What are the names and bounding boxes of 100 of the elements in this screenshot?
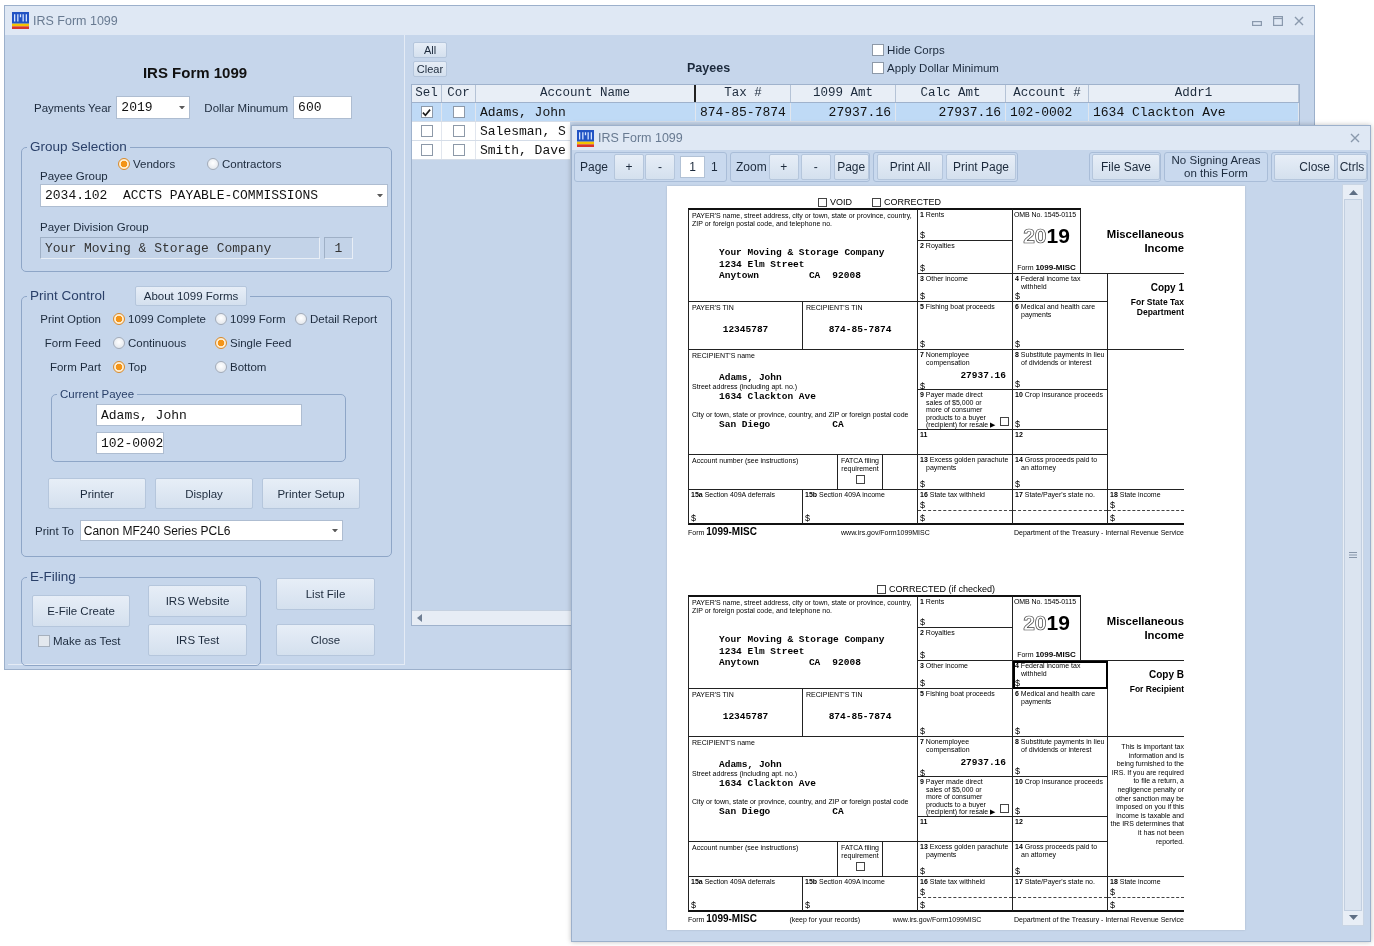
display-button[interactable]: Display <box>155 478 253 509</box>
toolbar-label: Zoom <box>736 160 767 174</box>
table-cell: 27937.16 <box>828 104 891 120</box>
payee-group-dropdown[interactable]: 2034.102 ACCTS PAYABLE-COMMISSIONS <box>40 184 388 207</box>
scroll-down-icon[interactable] <box>1348 915 1358 920</box>
payer-street: 1234 Elm Street <box>718 258 806 271</box>
scrollbar-thumb[interactable] <box>1344 199 1362 911</box>
payee-name-field[interactable]: Adams, John <box>96 404 302 426</box>
checkbox[interactable] <box>872 62 885 74</box>
print-all-button[interactable]: Print All <box>877 154 943 180</box>
column-header[interactable]: Account # <box>1006 85 1089 102</box>
checkbox[interactable] <box>872 44 885 56</box>
table-row[interactable]: Adams, John 874-85-7874 27937.16 27937.16 102-0002 1634 Clackton Ave <box>412 103 1299 122</box>
recipient-city: San Diego <box>719 418 771 431</box>
file-save-button[interactable]: File Save <box>1092 154 1160 180</box>
dollar-sign: $ <box>1110 500 1115 511</box>
radio-label[interactable]: 1099 Complete <box>128 313 206 325</box>
checkbox[interactable] <box>452 144 465 156</box>
scroll-up-icon[interactable] <box>1348 190 1358 195</box>
checkbox[interactable] <box>452 106 465 118</box>
dollar-sign: $ <box>1015 866 1020 876</box>
checkbox[interactable] <box>38 635 50 647</box>
radio-button[interactable] <box>118 158 130 170</box>
radio-label[interactable]: Bottom <box>230 361 267 373</box>
radio-button[interactable] <box>207 158 219 170</box>
clear-button[interactable]: Clear <box>413 61 447 77</box>
irs-test-button[interactable]: IRS Test <box>148 624 247 656</box>
about-button[interactable]: About 1099 Forms <box>135 286 248 306</box>
radio-button[interactable] <box>215 361 227 373</box>
payer-city: Anytown <box>719 270 759 282</box>
checkbox-caption: VOID <box>830 197 852 208</box>
printer-button[interactable]: Printer <box>48 478 146 509</box>
maximize-icon[interactable] <box>1273 15 1283 26</box>
printer-dropdown[interactable]: Canon MF240 Series PCL6 <box>79 520 343 541</box>
radio-label[interactable]: Detail Report <box>310 313 378 325</box>
zoom-out-button[interactable]: - <box>800 154 831 180</box>
checkbox[interactable] <box>420 106 433 118</box>
radio-label[interactable]: Vendors <box>133 158 176 170</box>
website-button[interactable]: IRS Website <box>148 585 247 617</box>
column-header[interactable]: Sel <box>412 85 442 102</box>
division-field: Your Moving & Storage Company <box>40 237 320 259</box>
app-icon <box>12 12 29 29</box>
dollar-sign: $ <box>920 726 925 736</box>
form-title: Miscellaneous Income <box>1105 227 1184 255</box>
dollar-sign: $ <box>691 513 696 523</box>
list-file-button[interactable]: List File <box>276 578 375 610</box>
page-number-field[interactable]: 1 <box>680 156 706 178</box>
printer-setup-button[interactable]: Printer Setup <box>262 478 360 509</box>
checkbox[interactable] <box>420 125 433 137</box>
close-icon[interactable] <box>1294 15 1304 26</box>
column-header[interactable]: 1099 Amt <box>791 85 896 102</box>
checkbox-label[interactable]: Apply Dollar Minimum <box>887 62 999 74</box>
field-label: Dollar Minumum <box>204 101 289 114</box>
close-button[interactable]: Close <box>1274 154 1335 180</box>
column-header[interactable]: Calc Amt <box>896 85 1006 102</box>
print-page-button[interactable]: Print Page <box>946 154 1016 180</box>
radio-label[interactable]: 1099 Form <box>230 313 286 325</box>
radio-button[interactable] <box>113 361 125 373</box>
efile-create-button[interactable]: E-File Create <box>32 595 130 627</box>
select-all-button[interactable]: All <box>413 42 447 58</box>
table-row[interactable]: Salesman, S <box>412 122 570 141</box>
dollar-sign: $ <box>920 768 925 779</box>
radio-label[interactable]: Continuous <box>128 337 187 349</box>
column-header[interactable]: Addr1 <box>1089 85 1299 102</box>
copy-title: Copy B <box>1148 669 1184 681</box>
dollar-sign: $ <box>1015 291 1020 301</box>
zoom-in-button[interactable]: + <box>768 154 799 180</box>
recipient-name: Adams, John <box>718 758 783 771</box>
payer-state: CA <box>808 270 821 282</box>
close-button[interactable]: Close <box>276 624 375 656</box>
checkbox-label[interactable]: Make as Test <box>53 635 121 647</box>
table-row[interactable]: Smith, Dave <box>412 141 570 160</box>
controls-button[interactable]: Ctrls <box>1337 154 1367 180</box>
account-field[interactable]: 102-0002 <box>96 432 164 454</box>
amount-field[interactable]: 600 <box>293 96 353 119</box>
checkbox[interactable] <box>420 144 433 156</box>
radio-label[interactable]: Single Feed <box>230 337 292 349</box>
radio-button[interactable] <box>215 313 227 325</box>
radio-button[interactable] <box>113 337 125 349</box>
checkbox-label[interactable]: Hide Corps <box>887 44 945 56</box>
radio-button[interactable] <box>113 313 125 325</box>
radio-button[interactable] <box>215 337 227 349</box>
checkbox[interactable] <box>452 125 465 137</box>
dollar-sign: $ <box>1015 339 1020 349</box>
column-header[interactable]: Cor <box>442 85 476 102</box>
dollar-sign: $ <box>920 887 925 898</box>
option-label: Form Feed <box>43 337 102 349</box>
year-dropdown[interactable]: 2019 <box>116 96 191 119</box>
column-header[interactable]: Tax # <box>696 85 791 102</box>
dollar-sign: $ <box>805 900 810 910</box>
radio-button[interactable] <box>295 313 307 325</box>
radio-label[interactable]: Contractors <box>222 158 282 170</box>
close-icon[interactable] <box>1350 133 1360 143</box>
radio-label[interactable]: Top <box>128 361 147 373</box>
dollar-sign: $ <box>920 650 925 660</box>
recipient-city: San Diego <box>719 805 771 818</box>
fit-page-button[interactable]: Page <box>833 154 869 180</box>
previous-page-button[interactable]: - <box>645 154 676 180</box>
scroll-left-icon[interactable] <box>417 614 422 622</box>
next-page-button[interactable]: + <box>614 154 645 180</box>
